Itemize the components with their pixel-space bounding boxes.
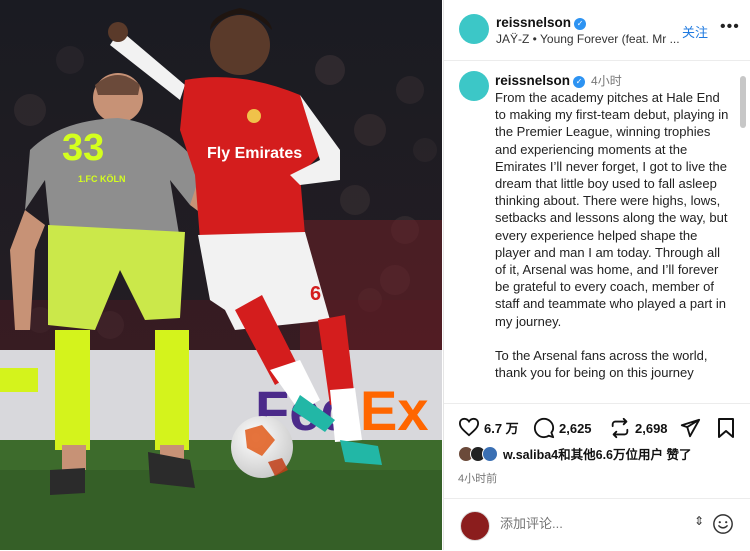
like-button[interactable]: 6.7 万 — [458, 417, 519, 437]
heart-icon — [458, 417, 480, 437]
caption-area[interactable]: reissnelson ✓ 4小时 From the academy pitches… — [444, 61, 750, 403]
caption-verified-badge-icon: ✓ — [573, 76, 586, 88]
comment-count: 2,625 — [559, 420, 592, 436]
comment-button[interactable]: 2,625 — [533, 417, 592, 439]
caption-author-username[interactable]: reissnelson — [495, 73, 570, 88]
save-button[interactable] — [717, 417, 739, 439]
repost-icon — [611, 417, 629, 439]
current-user-avatar — [460, 511, 490, 541]
liked-by-text: w.saliba4和其他6.6万位用户 赞了 — [503, 448, 692, 462]
jersey-sponsor: Fly Emirates — [207, 145, 302, 162]
comment-composer: ⇕ — [444, 498, 750, 551]
caption-scrollbar[interactable] — [740, 76, 746, 128]
post-photo[interactable]: Fed Ex 33 1.FC KÖLN — [0, 0, 442, 550]
post-details-panel: reissnelson ✓ JAŸ-Z • Young Forever (feat… — [443, 0, 750, 550]
jersey-number-left: 33 — [62, 127, 104, 169]
caption-author-avatar[interactable] — [459, 71, 489, 101]
author-username[interactable]: reissnelson — [496, 15, 571, 30]
post-header: reissnelson ✓ JAŸ-Z • Young Forever (feat… — [444, 0, 750, 61]
comment-icon — [533, 417, 555, 439]
caption-text: From the academy pitches at Hale End to … — [495, 90, 729, 381]
liked-by-row[interactable]: w.saliba4和其他6.6万位用户 赞了 — [458, 444, 691, 463]
repost-count: 2,698 — [635, 420, 668, 436]
svg-text:6: 6 — [310, 283, 321, 305]
svg-text:Ex: Ex — [360, 379, 429, 442]
expand-icon[interactable]: ⇕ — [694, 514, 704, 528]
more-options-icon[interactable]: ••• — [720, 18, 740, 36]
repost-button[interactable]: 2,698 — [609, 417, 668, 439]
svg-text:1.FC KÖLN: 1.FC KÖLN — [78, 174, 126, 184]
verified-badge-icon: ✓ — [574, 18, 587, 30]
liker-avatar — [482, 445, 498, 462]
music-track[interactable]: JAŸ-Z • Young Forever (feat. Mr ... — [496, 32, 680, 46]
share-button[interactable] — [679, 417, 705, 439]
comment-input[interactable] — [500, 516, 680, 531]
emoji-icon[interactable] — [712, 513, 734, 535]
follow-button[interactable]: 关注 — [682, 22, 708, 41]
football-scene-image: Fed Ex 33 1.FC KÖLN — [0, 0, 442, 550]
bookmark-icon — [718, 418, 734, 438]
author-avatar[interactable] — [459, 14, 489, 44]
send-icon — [680, 418, 701, 438]
like-count: 6.7 万 — [484, 420, 519, 436]
caption-timestamp: 4小时 — [591, 74, 622, 88]
post-timestamp: 4小时前 — [458, 473, 498, 485]
football — [231, 416, 293, 478]
